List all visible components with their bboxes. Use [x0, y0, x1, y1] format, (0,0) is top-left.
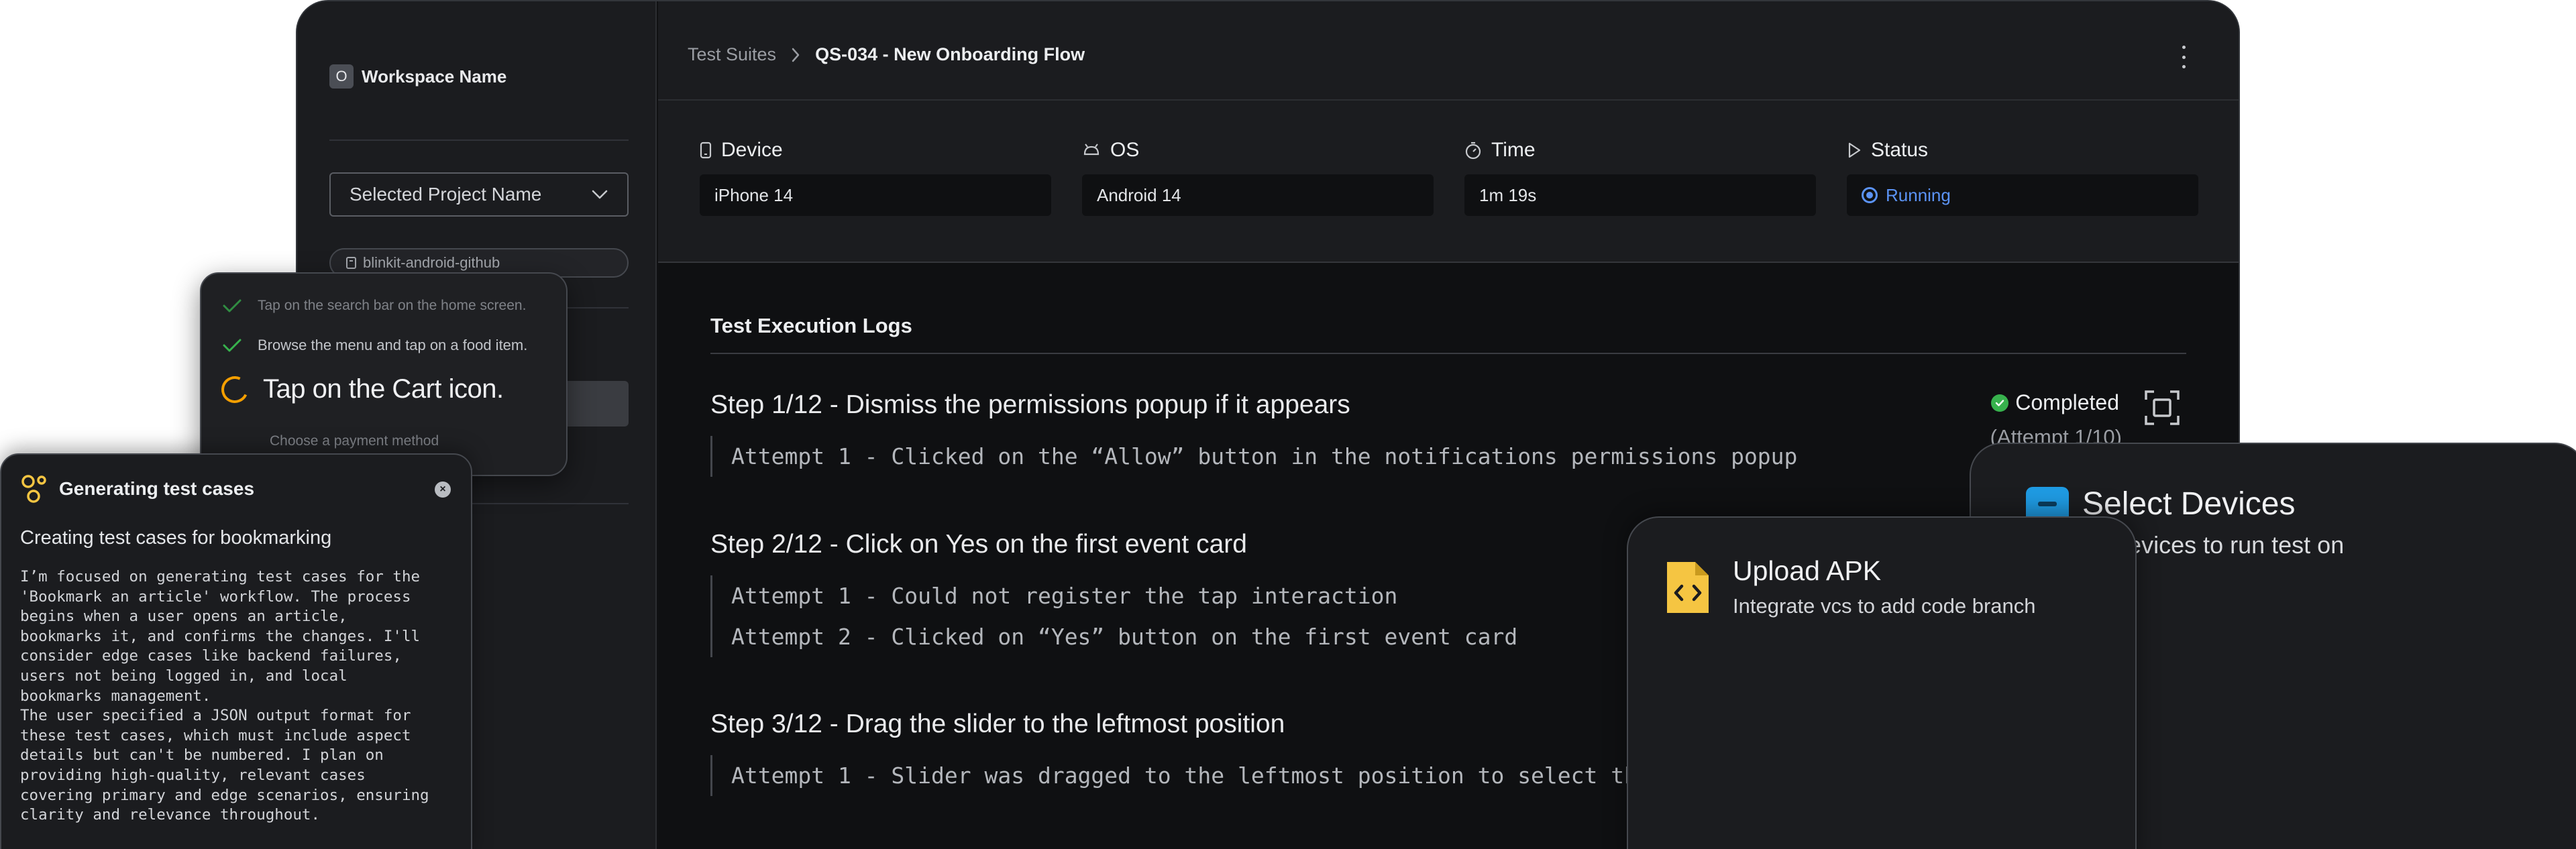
stat-time: Time 1m 19s — [1464, 138, 1816, 216]
android-icon — [1083, 144, 1099, 156]
log-step: Step 1/12 - Dismiss the permissions popu… — [710, 390, 2186, 477]
fullscreen-icon[interactable] — [2143, 389, 2181, 427]
code-file-icon — [1667, 562, 1709, 613]
logs-title: Test Execution Logs — [710, 314, 912, 337]
play-icon — [1848, 142, 1861, 158]
chevron-down-icon — [592, 190, 608, 199]
stat-status: Status Running — [1847, 138, 2198, 216]
upload-apk-title: Upload APK — [1733, 555, 1882, 586]
generating-subtitle: Creating test cases for bookmarking — [20, 527, 332, 549]
generating-header: Generating test cases — [20, 473, 254, 504]
workspace-switcher[interactable]: O Workspace Name — [329, 64, 506, 89]
step-text: Browse the menu and tap on a food item. — [258, 337, 528, 353]
workspace-avatar: O — [329, 64, 354, 89]
attempt-list: Attempt 1 - Clicked on the “Allow” butto… — [710, 436, 2186, 477]
breadcrumb: Test Suites QS-034 - New Onboarding Flow — [688, 44, 1085, 65]
repo-icon — [346, 257, 356, 269]
stat-os: OS Android 14 — [1082, 138, 1434, 216]
stopwatch-icon — [1465, 142, 1481, 160]
step-text: Tap on the Cart icon. — [263, 374, 504, 404]
stat-label: Device — [721, 139, 783, 161]
step-item-pending: Choose a payment method — [270, 433, 439, 449]
step-progress-card: Tap on the search bar on the home screen… — [200, 272, 568, 476]
checkmark-icon — [223, 339, 241, 352]
step-status: Completed — [2015, 390, 2119, 414]
status-value: Running — [1886, 184, 1951, 205]
spinner-icon — [217, 372, 252, 407]
repo-name: blinkit-android-github — [363, 254, 500, 271]
more-menu-icon[interactable] — [2180, 46, 2188, 68]
checkmark-icon — [223, 299, 241, 313]
stat-label: Status — [1871, 139, 1929, 161]
generating-panel: Generating test cases × Creating test ca… — [0, 453, 472, 849]
check-circle-icon — [1991, 394, 2009, 412]
stat-value-device: iPhone 14 — [700, 174, 1051, 216]
stat-label: OS — [1110, 139, 1140, 161]
execution-logs: Test Execution Logs Step 1/12 - Dismiss … — [710, 263, 2186, 796]
stat-label: Time — [1491, 139, 1536, 161]
status-badge: Running — [1847, 174, 2198, 216]
project-select[interactable]: Selected Project Name — [329, 172, 629, 217]
top-bar: Test Suites QS-034 - New Onboarding Flow — [658, 1, 2239, 101]
chevron-right-icon — [792, 48, 800, 62]
select-devices-title: Select Devices — [2082, 486, 2296, 522]
attempt-entry: Attempt 1 - Clicked on the “Allow” butto… — [731, 443, 1798, 469]
generating-log: I’m focused on generating test cases for… — [20, 568, 429, 824]
sidebar-divider — [329, 139, 629, 141]
step-status-badge: Completed — [1991, 390, 2119, 415]
stat-value-time: 1m 19s — [1464, 174, 1816, 216]
breadcrumb-test-suites[interactable]: Test Suites — [688, 44, 776, 65]
step-text: Tap on the search bar on the home screen… — [258, 298, 527, 313]
upload-apk-subtitle: Integrate vcs to add code branch — [1733, 594, 2036, 618]
run-stats: Device iPhone 14 OS Android 14 Time 1m 1… — [658, 101, 2239, 263]
step-item-done: Browse the menu and tap on a food item. — [221, 337, 527, 354]
workspace-name: Workspace Name — [362, 66, 507, 87]
ai-sparkle-icon — [21, 475, 46, 503]
stat-value-os: Android 14 — [1082, 174, 1434, 216]
stat-device: Device iPhone 14 — [700, 138, 1051, 216]
step-item-current: Tap on the Cart icon. — [217, 372, 504, 407]
page-title: QS-034 - New Onboarding Flow — [815, 44, 1085, 64]
device-icon — [2026, 487, 2069, 520]
step-title: Step 1/12 - Dismiss the permissions popu… — [710, 390, 1350, 419]
step-item-done: Tap on the search bar on the home screen… — [221, 298, 526, 314]
upload-apk-card[interactable]: Upload APK Integrate vcs to add code bra… — [1627, 516, 2137, 849]
close-icon[interactable]: × — [435, 482, 451, 498]
generating-title: Generating test cases — [59, 478, 255, 499]
running-indicator-icon — [1862, 187, 1878, 203]
phone-icon — [700, 142, 712, 159]
project-select-value: Selected Project Name — [350, 184, 542, 205]
logs-divider — [710, 353, 2186, 354]
step-text: Choose a payment method — [270, 433, 439, 449]
